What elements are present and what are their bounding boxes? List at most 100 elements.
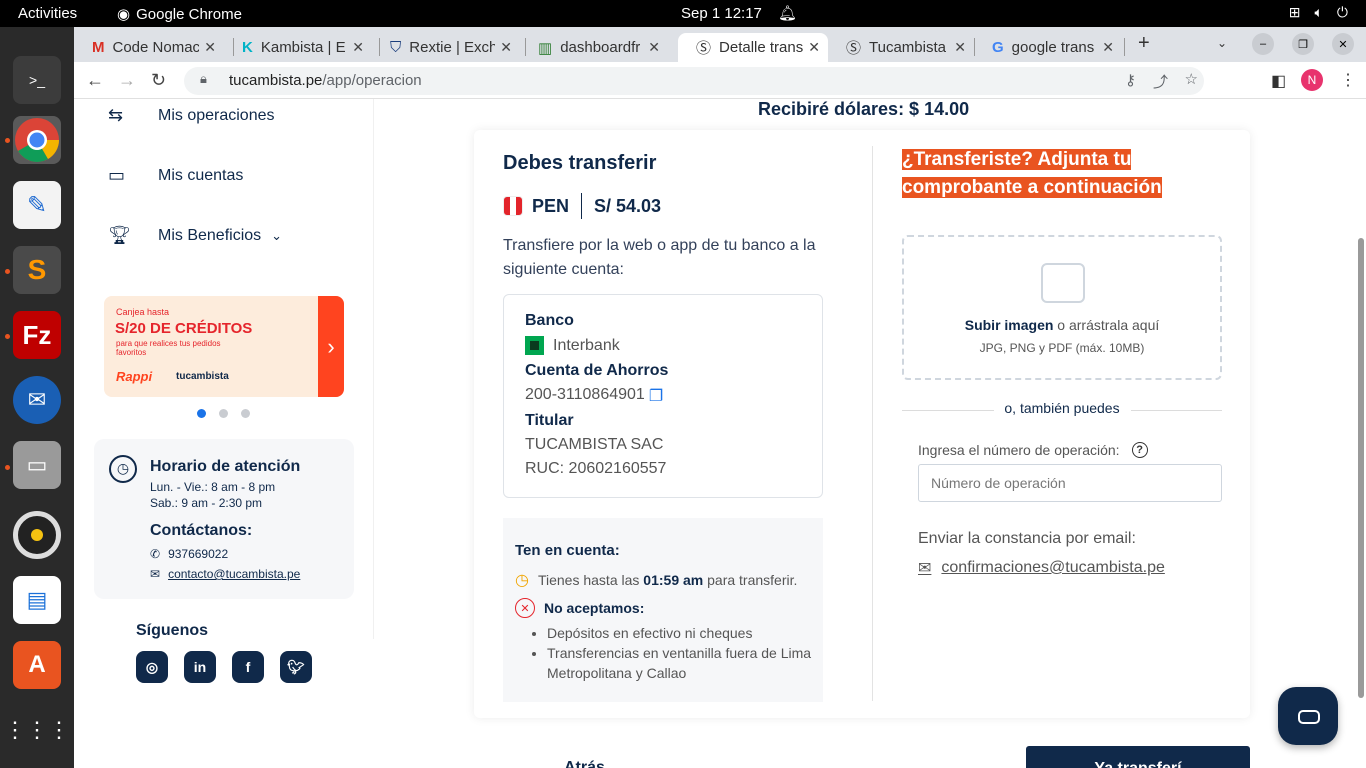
text-editor-icon[interactable]: ✎ [13,181,61,229]
forward-arrow-icon[interactable]: → [118,70,136,91]
interbank-icon [525,336,544,355]
sublime-icon[interactable]: S [13,246,61,294]
terminal-icon[interactable]: >_ [13,56,61,104]
app-grid-icon[interactable]: ⋮⋮⋮ [4,706,70,754]
writer-icon[interactable]: ▤ [13,576,61,624]
chrome-icon: ◉ [117,6,131,23]
dock: >_ ✎ S Fz ✉ ▭ ▤ A ⋮⋮⋮ [0,27,74,768]
tab-tucambista[interactable]: Ⓢ Tucambista ✕ [828,33,974,62]
tab-google-translate[interactable]: Ggoogle trans ✕ [974,33,1122,62]
dashboard-icon: ▥ [538,39,553,57]
chrome-menu-icon[interactable]: ⋮ [1340,70,1356,90]
files-icon[interactable]: ▭ [13,441,61,489]
carousel-dot-active[interactable] [197,409,206,418]
sidepanel-icon[interactable]: ◧ [1271,71,1286,91]
page: ⇆ Mis operaciones ▭ Mis cuentas 🏆︎ Mis Bene… [74,99,1366,768]
card-icon: ▭ [108,165,126,185]
upload-link[interactable]: Subir imagen [965,317,1054,333]
list-item: Depósitos en efectivo ni cheques [547,623,823,643]
clock-icon: ◷ [515,572,529,589]
tucambista-icon: Ⓢ [846,40,862,57]
close-icon[interactable]: ✕ [352,39,364,56]
app-menu[interactable]: ◉ Google Chrome [117,5,242,24]
receive-amount: Recibiré dólares: $ 14.00 [758,99,970,119]
software-icon[interactable]: A [13,641,61,689]
filezilla-icon[interactable]: Fz [13,311,61,359]
carousel-dot[interactable] [241,409,250,418]
window-close-button[interactable]: ✕ [1332,33,1354,55]
tab-dashboard[interactable]: ▥ dashboardfr ✕ [520,33,668,62]
sidebar-item-operaciones[interactable]: ⇆ Mis operaciones [108,105,275,126]
bookmark-star-icon[interactable]: ☆ [1185,70,1198,88]
profile-avatar[interactable]: N [1301,69,1323,91]
close-icon[interactable]: ✕ [1102,39,1114,56]
operation-label: Ingresa el número de operación:? [918,442,1148,458]
tab-strip: M Code Nomac ✕ K Kambista | E ✕ ⛉ Rextie | Ex… [74,27,1366,62]
twitter-icon[interactable]: 🐦︎ [280,651,312,683]
close-icon[interactable]: ✕ [500,39,512,56]
operation-number-input[interactable]: Número de operación [918,464,1222,502]
back-button[interactable]: Atrás [564,759,605,768]
activities-button[interactable]: Activities [18,5,77,22]
help-icon[interactable]: ? [1131,442,1148,458]
close-icon[interactable]: ✕ [648,39,660,56]
tab-rextie[interactable]: ⛉ Rextie | Exch ✕ [372,33,520,62]
chat-button[interactable] [1278,687,1338,745]
divider-also: o, también puedes [902,400,1222,420]
system-topbar: Activities ◉ Google Chrome Sep 1 12:17 🔔︎… [0,0,1366,27]
thunderbird-icon[interactable]: ✉ [13,376,61,424]
rappi-logo: Rappi [116,369,153,384]
volume-icon: 🔈︎ [1314,4,1323,20]
mail-icon: ✉ [918,560,932,577]
tab-kambista[interactable]: K Kambista | E ✕ [224,33,372,62]
tab-code-nomac[interactable]: M Code Nomac ✕ [74,33,224,62]
back-arrow-icon[interactable]: ← [86,70,104,91]
sidebar-item-cuentas[interactable]: ▭ Mis cuentas [108,165,243,186]
system-tray[interactable]: ⊞ 🔈︎ ⏻ [1289,4,1348,21]
tucambista-logo: tucambista [176,371,229,382]
linkedin-icon[interactable]: in [184,651,216,683]
promo-banner[interactable]: Canjea hasta S/20 DE CRÉDITOS para que r… [104,296,344,397]
tucambista-icon: Ⓢ [696,40,712,57]
gmail-icon: M [92,39,105,56]
close-icon[interactable]: ✕ [204,39,216,56]
minimize-button[interactable]: – [1252,33,1274,55]
sidebar-item-beneficios[interactable]: 🏆︎ Mis Beneficios ⌄ [108,225,282,246]
reload-icon[interactable]: ↻ [151,70,166,91]
carousel-next-button[interactable]: › [318,296,344,397]
exchange-arrows-icon: ⇆ [108,105,124,125]
share-icon[interactable]: ⤴ [1153,71,1168,92]
bell-icon: 🔔︎ [778,5,798,22]
copy-icon[interactable]: ❐ [649,386,663,406]
chrome-icon[interactable] [13,116,61,164]
address-bar[interactable]: 🔒︎ tucambista.pe/app/operacion ⚷ ⤴ ☆ [184,67,1204,95]
facebook-icon[interactable]: f [232,651,264,683]
confirm-transfer-button[interactable]: Ya transferí [1026,746,1250,768]
transfer-amount: PEN S/ 54.03 [503,193,661,219]
image-icon [1041,263,1085,303]
rhythmbox-icon[interactable] [13,511,61,559]
trophy-icon: 🏆︎ [108,225,131,245]
chat-icon [1298,710,1320,724]
key-icon[interactable]: ⚷ [1125,71,1136,89]
maximize-button[interactable]: ❐ [1292,33,1314,55]
tab-search-icon[interactable]: ⌄ [1217,36,1227,50]
clock[interactable]: Sep 1 12:17 [681,5,762,22]
close-icon[interactable]: ✕ [954,39,966,56]
upload-title: ¿Transferiste? Adjunta tu comprobante a c… [902,149,1162,198]
close-icon[interactable]: ✕ [808,39,820,56]
follow-title: Síguenos [136,622,209,639]
power-icon: ⏻ [1336,4,1348,20]
instagram-icon[interactable]: ◎ [136,651,168,683]
transfer-title: Debes transferir [503,152,657,174]
new-tab-button[interactable]: + [1138,32,1150,55]
confirmation-email-link[interactable]: ✉ confirmaciones@tucambista.pe [918,558,1165,578]
omnibar: ← → ↻ 🔒︎ tucambista.pe/app/operacion ⚷ ⤴… [74,62,1366,99]
tab-detalle-transaccion[interactable]: Ⓢ Detalle trans ✕ [678,33,828,62]
contact-card: ◷ Horario de atención Lun. - Vie.: 8 am … [94,439,354,599]
lock-icon: 🔒︎ [200,71,207,86]
carousel-dot[interactable] [219,409,228,418]
upload-dropzone[interactable]: Subir imagen o arrástrala aquí JPG, PNG … [902,235,1222,380]
whatsapp-icon: ✆ [150,547,161,561]
scrollbar[interactable] [1358,238,1364,698]
